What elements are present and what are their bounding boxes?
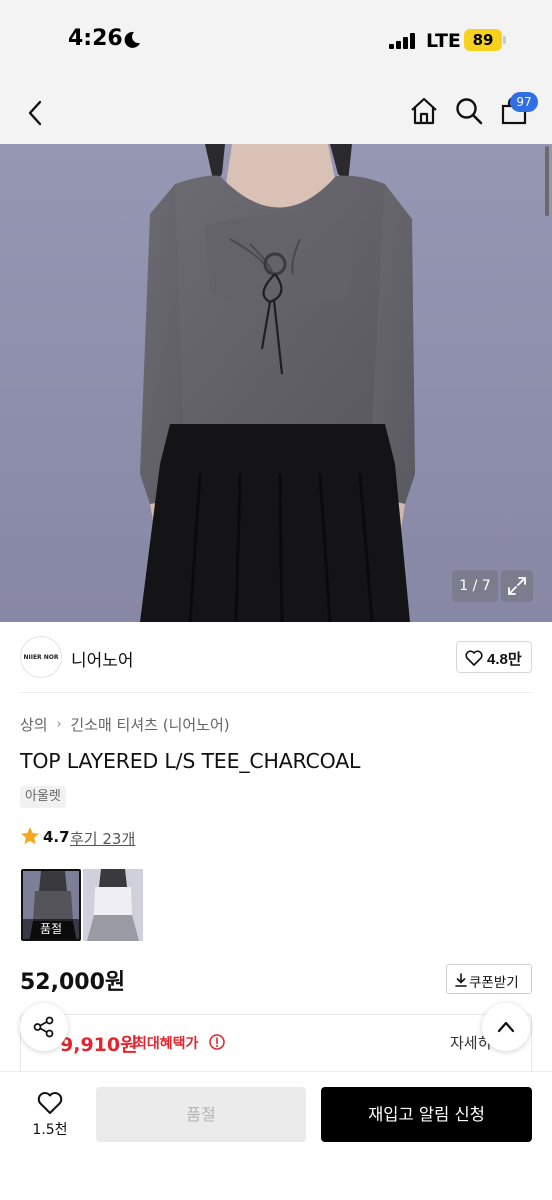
brand-like-button[interactable]: 4.8만 xyxy=(456,641,532,673)
battery-cap xyxy=(503,36,506,44)
product-image[interactable] xyxy=(0,144,552,622)
brand-logo[interactable]: NIIER NOR xyxy=(20,636,62,678)
star-icon xyxy=(21,827,39,845)
moon-icon xyxy=(124,31,140,48)
share-icon xyxy=(33,1016,54,1038)
wishlist-count: 1.5천 xyxy=(32,1122,68,1138)
color-swatch-white[interactable] xyxy=(83,869,143,941)
coupon-button[interactable]: 쿠폰받기 xyxy=(446,964,532,994)
brand-name[interactable]: 니어노어 xyxy=(71,646,134,671)
outlet-tag: 아울렛 xyxy=(20,786,66,808)
price: 52,000원 xyxy=(20,970,126,995)
chevron-left-icon[interactable] xyxy=(22,98,50,128)
scroll-indicator[interactable] xyxy=(545,146,549,216)
battery-level: 89 xyxy=(472,31,494,49)
image-counter: 1 / 7 xyxy=(452,570,498,602)
status-time: 4:26 xyxy=(68,26,123,51)
share-button[interactable] xyxy=(20,1003,68,1051)
heart-icon xyxy=(465,650,483,666)
soldout-button: 품절 xyxy=(96,1087,306,1142)
coupon-label: 쿠폰받기 xyxy=(469,975,519,990)
signal-icon xyxy=(389,33,415,49)
rating-score: 4.7 xyxy=(43,828,70,846)
soldout-label: 품절 xyxy=(23,919,79,939)
network-type: LTE xyxy=(426,30,461,52)
chevron-up-icon xyxy=(497,1021,515,1033)
restock-alert-button[interactable]: 재입고 알림 신청 xyxy=(321,1087,532,1142)
search-icon[interactable] xyxy=(454,96,484,126)
swatch-image xyxy=(83,869,143,941)
heart-icon xyxy=(37,1092,63,1114)
expand-icon[interactable] xyxy=(501,570,533,602)
breadcrumb-item[interactable]: 상의 xyxy=(20,716,48,734)
breadcrumb-item[interactable]: 긴소매 티셔츠 (니어노어) xyxy=(70,716,229,734)
product-title: TOP LAYERED L/S TEE_CHARCOAL xyxy=(20,749,361,773)
cart-badge: 97 xyxy=(510,92,538,112)
download-icon xyxy=(455,973,467,987)
divider xyxy=(20,692,532,693)
breadcrumb: 상의 › 긴소매 티셔츠 (니어노어) xyxy=(20,714,230,735)
scroll-top-button[interactable] xyxy=(482,1003,530,1051)
wishlist-button[interactable]: 1.5천 xyxy=(26,1087,74,1143)
battery-icon: 89 xyxy=(464,29,502,51)
max-benefit-price: 9,910원 xyxy=(60,1034,138,1056)
info-icon[interactable] xyxy=(209,1034,225,1050)
home-icon[interactable] xyxy=(409,96,439,126)
like-count: 4.8만 xyxy=(487,651,522,668)
color-swatch-charcoal[interactable]: 품절 xyxy=(21,869,81,941)
max-benefit-label: 최대혜택가 xyxy=(134,1036,199,1052)
chevron-right-icon: › xyxy=(56,717,62,732)
product-photo xyxy=(0,144,552,622)
review-link[interactable]: 후기 23개 xyxy=(70,828,135,849)
